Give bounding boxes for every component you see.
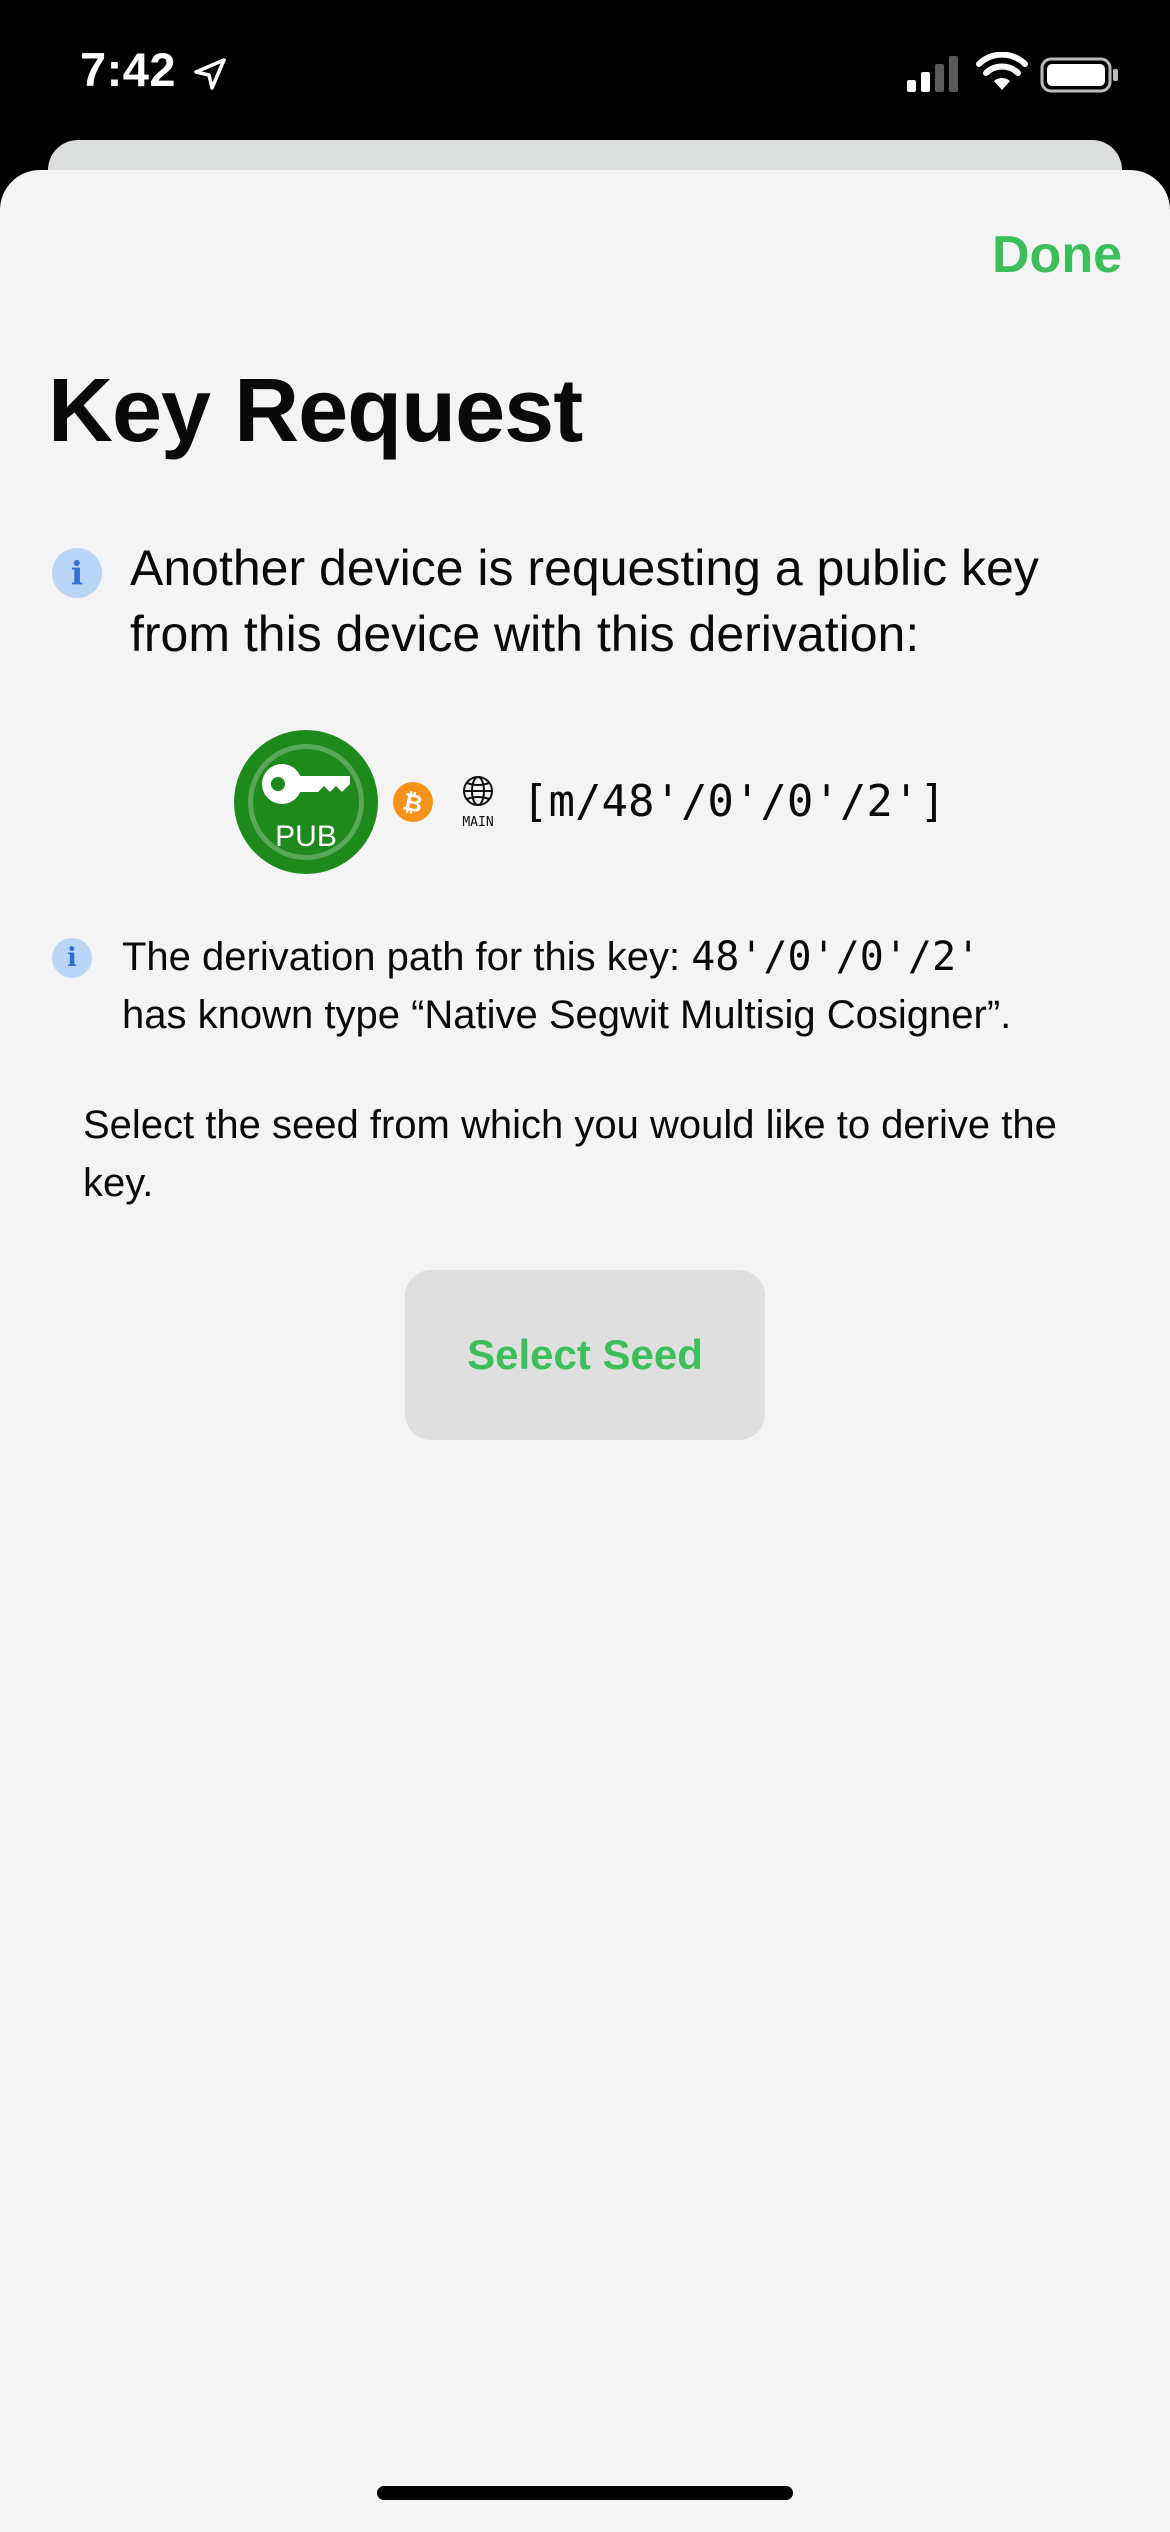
battery-icon [1040,57,1118,93]
status-time: 7:42 [80,43,177,96]
key-request-sheet: Done Key Request i Another device is req… [0,170,1170,2532]
info-icon: i [52,548,102,598]
select-seed-button[interactable]: Select Seed [405,1270,765,1440]
home-indicator[interactable] [377,2486,793,2500]
select-seed-prompt: Select the seed from which you would lik… [83,1103,1057,1205]
page-title: Key Request [48,361,583,461]
status-bar: 7:42 [0,0,1170,150]
derivation-path: [m/48'/0'/0'/2'] [522,776,946,827]
done-button[interactable]: Done [992,225,1122,285]
location-arrow-icon [194,58,226,90]
key-derivation-row: PUB ₿ MAIN [m/48'/0'/0'/2'] [232,728,992,880]
network-globe-icon: MAIN [462,776,494,830]
request-description: Another device is requesting a public ke… [130,540,1039,662]
wifi-icon [976,52,1028,90]
derivation-info-suffix: has known type “Native Segwit Multisig C… [122,993,1012,1037]
info-icon: i [52,938,92,978]
derivation-type-info: The derivation path for this key: 48'/0'… [122,928,1132,1044]
network-label: MAIN [462,815,493,830]
bitcoin-icon: ₿ [393,782,433,822]
public-key-icon: PUB [234,730,378,874]
cellular-signal-icon [907,56,958,92]
pub-badge-label: PUB [275,820,337,853]
derivation-info-path: 48'/0'/0'/2' [691,934,981,980]
derivation-info-prefix: The derivation path for this key: [122,935,692,979]
